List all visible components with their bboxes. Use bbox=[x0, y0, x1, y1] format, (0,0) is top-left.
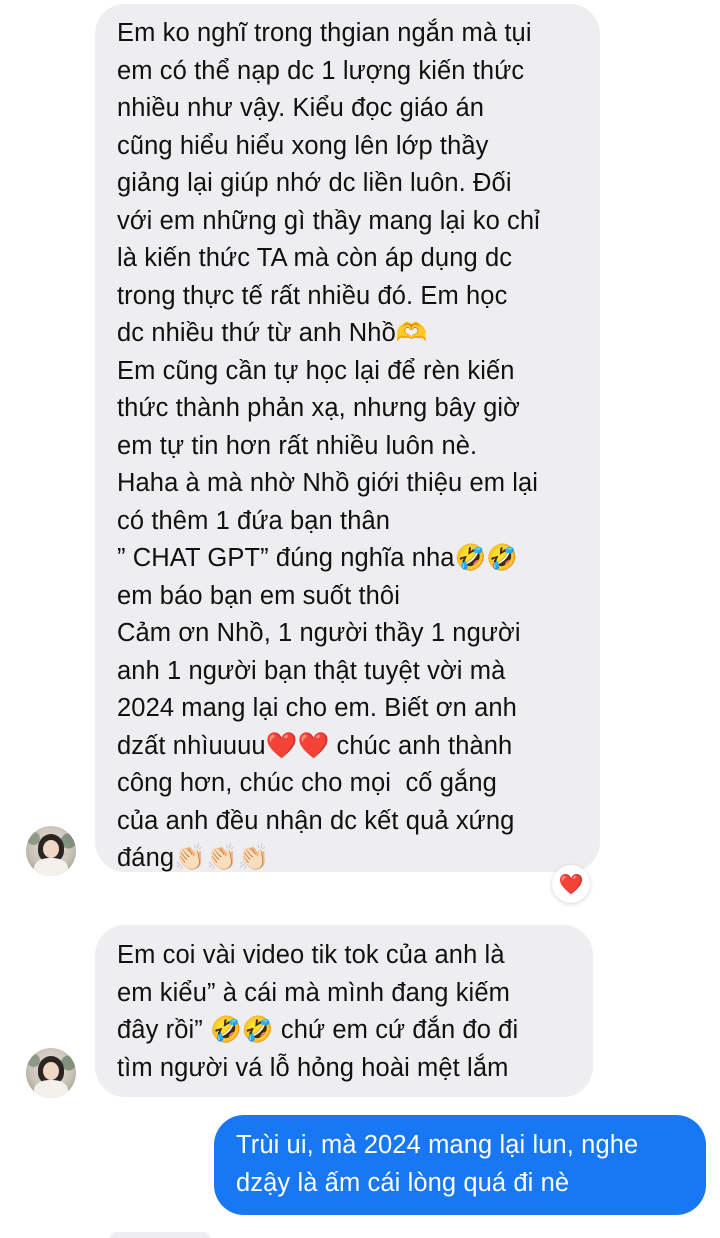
message-line: cũng hiểu hiểu xong lên lớp thầy bbox=[117, 131, 489, 160]
message-line: em báo bạn em suốt thôi bbox=[117, 581, 400, 610]
contact-avatar[interactable] bbox=[26, 826, 76, 876]
message-line: 2024 mang lại cho em. Biết ơn anh bbox=[117, 694, 517, 722]
message-line: giảng lại giúp nhớ dc liền luôn. Đối bbox=[117, 169, 512, 197]
message-line: Trùi ui, mà 2024 mang lại lun, nghe bbox=[236, 1131, 639, 1159]
message-line: Em cũng cần tự học lại để rèn kiến bbox=[117, 356, 515, 385]
avatar-body bbox=[34, 1080, 68, 1098]
message-line: là kiến thức TA mà còn áp dụng dc bbox=[117, 244, 513, 272]
message-line: anh 1 người bạn thật tuyệt vời mà bbox=[117, 656, 506, 685]
message-line: Cảm ơn Nhồ, 1 người thầy 1 người bbox=[117, 619, 521, 647]
message-line: thức thành phản xạ, nhưng bây giờ bbox=[117, 394, 520, 422]
message-line: của anh đều nhận dc kết quả xứng bbox=[117, 806, 515, 835]
avatar-face bbox=[43, 840, 59, 858]
avatar-body bbox=[34, 858, 68, 876]
message-line: Em coi vài video tik tok của anh là bbox=[117, 941, 505, 969]
message-line: nhiều như vậy. Kiểu đọc giáo án bbox=[117, 94, 485, 122]
message-line: em có thể nạp dc 1 lượng kiến thức bbox=[117, 56, 525, 85]
message-line: đây rồi” 🤣🤣 chứ em cứ đắn đo đi bbox=[117, 1016, 519, 1044]
contact-avatar[interactable] bbox=[26, 1048, 76, 1098]
message-line: Em ko nghĩ trong thgian ngắn mà tụi bbox=[117, 19, 532, 47]
heart-reaction-badge[interactable]: ❤️ bbox=[552, 865, 590, 903]
avatar-face bbox=[43, 1062, 59, 1080]
message-line: trong thực tế rất nhiều đó. Em học bbox=[117, 281, 508, 310]
message-bubble-incoming-1[interactable]: Em ko nghĩ trong thgian ngắn mà tụi em c… bbox=[95, 4, 600, 872]
message-line: đáng👏🏻👏🏻👏🏻 bbox=[117, 844, 270, 872]
message-line: với em những gì thầy mang lại ko chỉ bbox=[117, 206, 540, 235]
heart-reaction-icon: ❤️ bbox=[558, 872, 584, 896]
next-message-bubble-partial bbox=[110, 1232, 210, 1238]
message-line: em kiểu” à cái mà mình đang kiếm bbox=[117, 978, 510, 1007]
message-line: có thêm 1 đứa bạn thân bbox=[117, 506, 391, 535]
message-line: Haha à mà nhờ Nhồ giới thiệu em lại bbox=[117, 469, 539, 497]
message-bubble-outgoing-1[interactable]: Trùi ui, mà 2024 mang lại lun, nghe dzậy… bbox=[214, 1115, 706, 1215]
message-line: dc nhiều thứ từ anh Nhồ🫶 bbox=[117, 319, 428, 347]
message-line: dzậy là ấm cái lòng quá đi nè bbox=[236, 1168, 570, 1197]
message-line: công hơn, chúc cho mọi cố gắng bbox=[117, 769, 497, 797]
message-line: ” CHAT GPT” đúng nghĩa nha🤣🤣 bbox=[117, 544, 519, 572]
message-line: tìm người vá lỗ hỏng hoài mệt lắm bbox=[117, 1053, 509, 1082]
message-line: dzất nhìuuuu❤️❤️ chúc anh thành bbox=[117, 731, 513, 760]
message-line: em tự tin hơn rất nhiều luôn nè. bbox=[117, 431, 478, 460]
message-bubble-incoming-2[interactable]: Em coi vài video tik tok của anh là em k… bbox=[95, 925, 593, 1097]
